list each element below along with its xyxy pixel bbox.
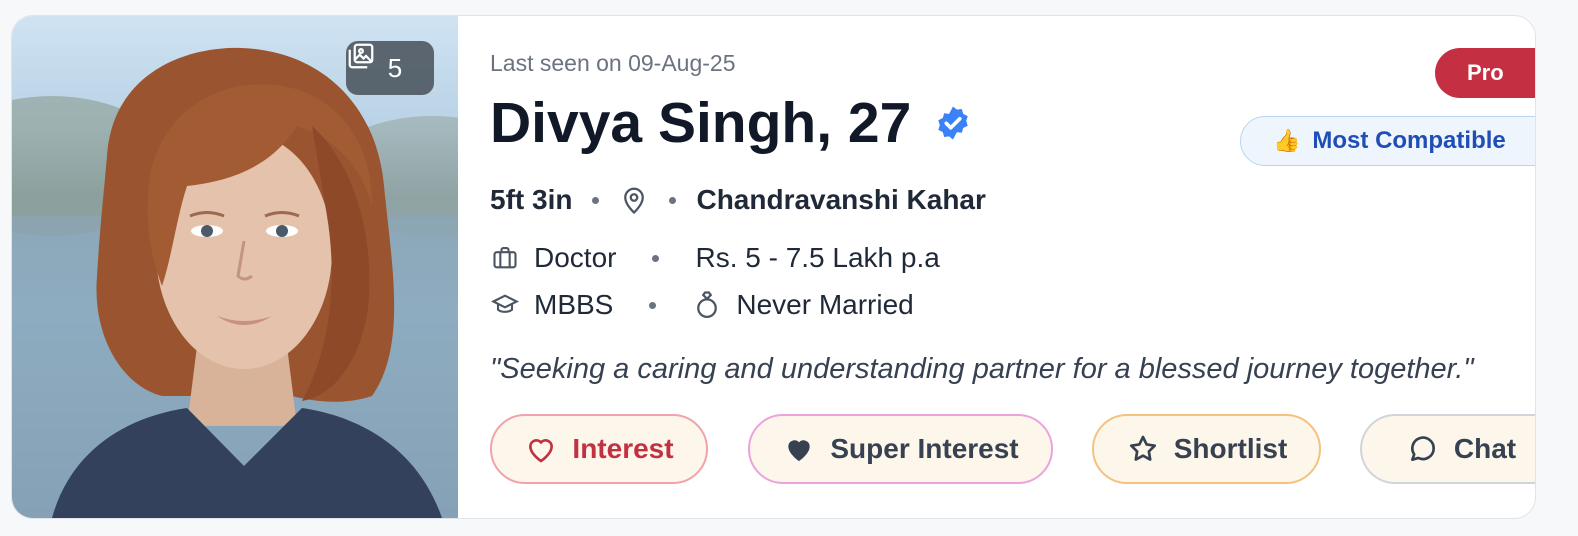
heart-outline-icon <box>524 433 558 465</box>
height-text: 5ft 3in <box>490 184 573 215</box>
ring-icon <box>692 289 722 321</box>
community-text: Chandravanshi Kahar <box>696 184 986 215</box>
location-pin-icon <box>619 184 649 216</box>
shortlist-label: Shortlist <box>1173 433 1288 464</box>
most-compatible-label: Most Compatible <box>1312 127 1506 154</box>
briefcase-icon <box>490 244 520 272</box>
pro-badge: Pro <box>1435 48 1535 98</box>
about-quote: "Seeking a caring and understanding part… <box>490 353 1474 385</box>
profile-name[interactable]: Divya Singh, 27 <box>490 90 911 156</box>
star-icon <box>1126 433 1160 465</box>
photo-count: 5 <box>387 52 403 83</box>
photo-count-badge[interactable]: 5 <box>346 41 434 95</box>
heart-filled-icon <box>782 433 816 465</box>
income-text: Rs. 5 - 7.5 Lakh p.a <box>695 242 940 273</box>
interest-button[interactable]: Interest <box>490 414 708 484</box>
chat-bubble-icon <box>1406 433 1440 465</box>
super-interest-label: Super Interest <box>830 433 1019 464</box>
most-compatible-badge[interactable]: 👍 Most Compatible <box>1240 116 1535 166</box>
interest-label: Interest <box>572 433 674 464</box>
last-seen-text: Last seen on 09-Aug-25 <box>490 50 736 76</box>
chat-label: Chat <box>1453 433 1517 464</box>
marital-status-text: Never Married <box>736 289 914 320</box>
shortlist-button[interactable]: Shortlist <box>1092 414 1321 484</box>
chat-button[interactable]: Chat <box>1360 414 1535 484</box>
profile-details: Last seen on 09-Aug-25 Divya Singh, 27 P… <box>490 16 1535 518</box>
education-text: MBBS <box>534 289 614 320</box>
verified-icon <box>935 105 971 141</box>
profile-photo[interactable]: 5 <box>12 16 458 518</box>
profession-text: Doctor <box>534 242 617 273</box>
graduation-cap-icon <box>490 291 520 319</box>
profile-card: 5 Last seen on 09-Aug-25 Divya Singh, 27… <box>11 15 1536 519</box>
super-interest-button[interactable]: Super Interest <box>748 414 1053 484</box>
thumbs-up-icon: 👍 <box>1273 128 1301 153</box>
